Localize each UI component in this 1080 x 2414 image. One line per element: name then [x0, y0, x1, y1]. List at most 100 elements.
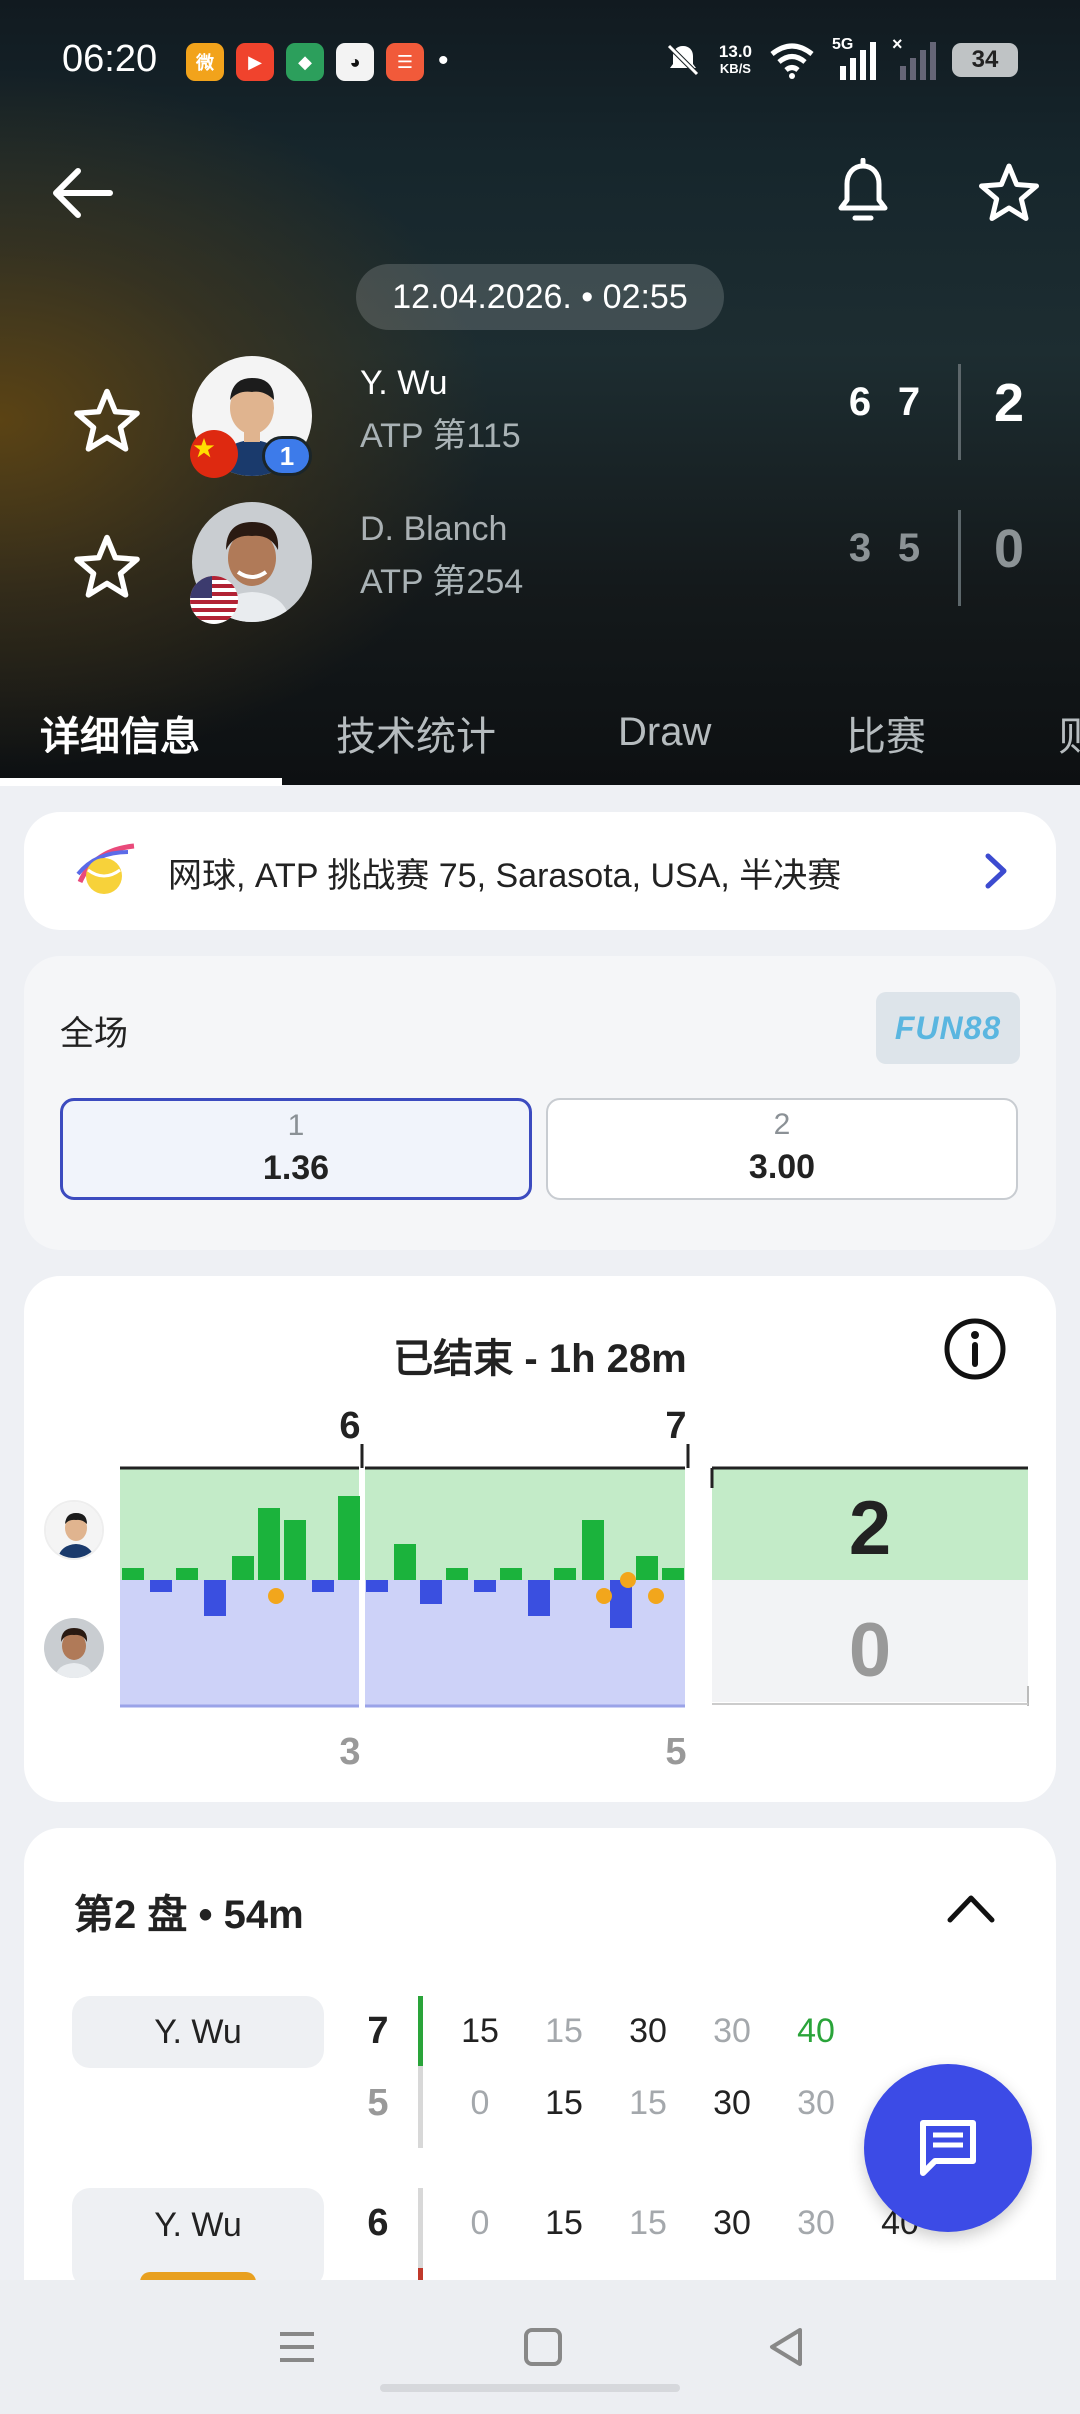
score-divider [958, 510, 961, 606]
player-row-1[interactable]: 1 Y. Wu ATP 第115 6 7 2 [0, 354, 1080, 484]
point-score: 15 [629, 2204, 667, 2242]
player-rank: ATP 第254 [360, 563, 524, 601]
signal-5g-icon: 5G [832, 36, 876, 80]
status-more-dot: • [438, 44, 449, 77]
notification-button[interactable] [828, 158, 898, 228]
usa-flag-icon [190, 576, 238, 624]
seed-badge: 1 [262, 436, 312, 476]
set-score: 3 [848, 526, 872, 570]
momentum-bar [554, 1568, 576, 1580]
momentum-bar [258, 1508, 280, 1580]
system-navigation-bar [0, 2280, 1080, 2414]
set-title: 第2 盘 • 54m [74, 1893, 304, 1937]
break-point-marker [648, 1588, 664, 1604]
momentum-bar [232, 1556, 254, 1580]
game-winner-bar [418, 1996, 423, 2066]
total-sets: 0 [993, 519, 1025, 579]
momentum-bar [528, 1580, 550, 1616]
bookmaker-logo[interactable]: FUN88 [876, 992, 1020, 1064]
status-bar: 06:20 微 ▶ ◆ ◕ ☰ • 13.0 KB/S 5G × 34 [0, 0, 1080, 120]
momentum-bar [446, 1568, 468, 1580]
qq-icon: ◕ [336, 43, 374, 81]
momentum-card: 已结束 - 1h 28m 673520 [24, 1276, 1056, 1802]
point-score: 30 [629, 2012, 667, 2050]
player-name: D. Blanch [360, 510, 508, 548]
weibo-icon: 微 [186, 43, 224, 81]
momentum-bar [284, 1520, 306, 1580]
game-app-icon: ◆ [286, 43, 324, 81]
point-score: 30 [797, 2084, 835, 2122]
status-indicators: 13.0 KB/S 5G × 34 [663, 34, 1018, 80]
chevron-right-icon [985, 853, 1007, 889]
set-label-top: 7 [665, 1405, 686, 1447]
net-speed: 13.0 KB/S [718, 42, 752, 76]
game-score-top: 6 [367, 2202, 389, 2244]
momentum-bar [636, 1556, 658, 1580]
back-button[interactable] [48, 158, 118, 228]
player-row-2[interactable]: D. Blanch ATP 第254 3 5 0 [0, 500, 1080, 630]
match-header: 06:20 微 ▶ ◆ ◕ ☰ • 13.0 KB/S 5G × 34 12.0… [0, 0, 1080, 786]
status-time: 06:20 [62, 38, 158, 80]
league-link[interactable]: 网球, ATP 挑战赛 75, Sarasota, USA, 半决赛 [24, 812, 1056, 930]
point-score: 40 [797, 2012, 835, 2050]
momentum-bar [500, 1568, 522, 1580]
set-label-top: 6 [339, 1405, 360, 1447]
break-point-marker [620, 1572, 636, 1588]
momentum-bar [366, 1580, 388, 1592]
score-divider [958, 364, 961, 460]
point-score: 30 [713, 2204, 751, 2242]
signal-2-icon: × [892, 34, 936, 80]
home-icon[interactable] [518, 2322, 568, 2372]
tab-more[interactable]: 则 [1058, 680, 1080, 785]
set-label-bottom: 5 [665, 1731, 686, 1773]
tab-details[interactable]: 详细信息 [40, 680, 200, 785]
point-score: 15 [545, 2012, 583, 2050]
game-divider [418, 2188, 423, 2268]
star-icon[interactable] [72, 386, 142, 456]
point-score: 30 [797, 2204, 835, 2242]
odds-section: 全场 FUN88 1 1.36 2 3.00 [24, 956, 1056, 1250]
momentum-bar [662, 1568, 684, 1580]
point-score: 15 [545, 2204, 583, 2242]
point-score: 15 [629, 2084, 667, 2122]
momentum-bar [204, 1580, 226, 1616]
player-name: Y. Wu [360, 364, 448, 402]
point-score: 0 [470, 2204, 490, 2242]
status-app-icons: 微 ▶ ◆ ◕ ☰ [186, 43, 424, 81]
odds-button-away[interactable]: 2 3.00 [546, 1098, 1018, 1200]
momentum-bar [122, 1568, 144, 1580]
point-score: 30 [713, 2084, 751, 2122]
favorite-match-button[interactable] [974, 158, 1044, 228]
break-point-marker [268, 1588, 284, 1604]
chevron-up-icon[interactable] [938, 1876, 1004, 1942]
point-score: 0 [470, 2084, 490, 2122]
final-score-p1: 2 [849, 1486, 891, 1571]
momentum-bar [150, 1580, 172, 1592]
tab-statistics[interactable]: 技术统计 [336, 680, 496, 785]
league-name: 网球, ATP 挑战赛 75, Sarasota, USA, 半决赛 [168, 857, 842, 895]
wifi-icon [770, 43, 814, 79]
video-app-icon: ▶ [236, 43, 274, 81]
point-score: 30 [713, 2012, 751, 2050]
tab-matches[interactable]: 比赛 [846, 680, 926, 785]
star-icon[interactable] [72, 532, 142, 602]
momentum-bar [176, 1568, 198, 1580]
momentum-bar [338, 1496, 360, 1580]
xiaohongshu-icon: ☰ [386, 43, 424, 81]
total-sets: 2 [993, 373, 1025, 433]
odds-title: 全场 [60, 1015, 128, 1053]
point-score: 15 [545, 2084, 583, 2122]
momentum-bar [394, 1544, 416, 1580]
odds-button-home[interactable]: 1 1.36 [60, 1098, 532, 1200]
battery-indicator: 34 [952, 43, 1018, 77]
chat-button[interactable] [864, 2064, 1032, 2232]
game-score-bottom: 5 [367, 2082, 389, 2124]
point-score: 15 [461, 2012, 499, 2050]
set-score: 5 [897, 526, 921, 570]
tab-draw[interactable]: Draw [618, 680, 711, 785]
gesture-handle [380, 2384, 680, 2392]
mute-bell-icon [667, 44, 699, 76]
back-triangle-icon[interactable] [762, 2322, 812, 2372]
menu-icon[interactable] [272, 2322, 322, 2372]
momentum-chart: 6 7 3 5 2 0 [120, 1405, 1029, 1773]
